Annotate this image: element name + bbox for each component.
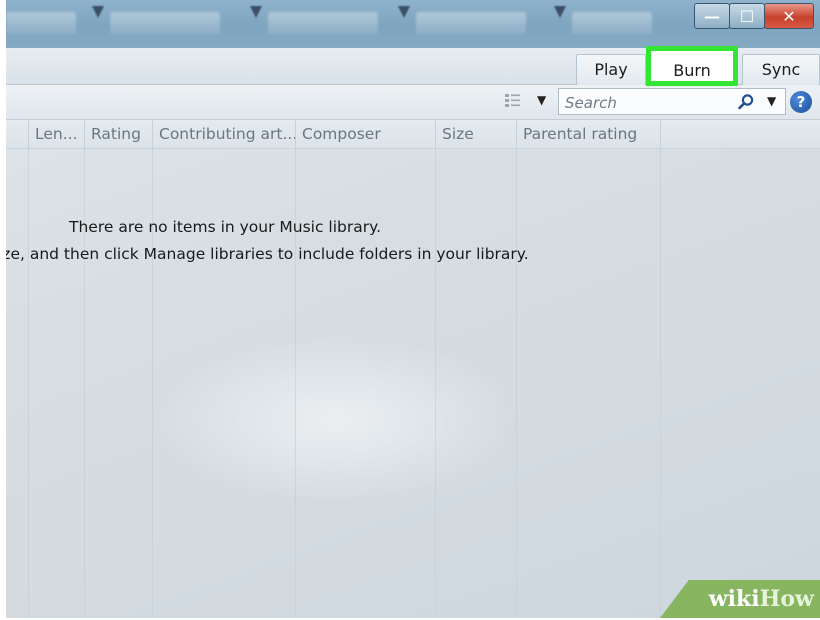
column-size[interactable]: Size bbox=[435, 120, 516, 148]
chevron-down-icon[interactable]: ▼ bbox=[767, 94, 776, 108]
tab-burn[interactable]: Burn bbox=[646, 46, 738, 86]
separator-arrow-icon bbox=[398, 6, 410, 18]
search-input[interactable] bbox=[563, 91, 737, 114]
tab-sync[interactable]: Sync bbox=[742, 54, 820, 85]
column-gridline bbox=[660, 148, 661, 618]
column-gridline bbox=[516, 148, 517, 618]
search-icon[interactable] bbox=[737, 93, 755, 111]
close-icon: ✕ bbox=[782, 6, 796, 26]
view-options-icon[interactable] bbox=[504, 92, 522, 110]
close-button[interactable]: ✕ bbox=[764, 3, 814, 29]
taskbar-tab-blurred bbox=[268, 12, 378, 34]
watermark-text-how: How bbox=[759, 586, 814, 612]
minimize-button[interactable]: — bbox=[694, 3, 730, 29]
column-parental-rating[interactable]: Parental rating bbox=[516, 120, 660, 148]
tab-play[interactable]: Play bbox=[576, 54, 646, 85]
search-box[interactable]: ▼ bbox=[558, 88, 786, 115]
taskbar-tab-blurred bbox=[6, 12, 76, 34]
title-bar: — ☐ ✕ bbox=[6, 0, 820, 48]
taskbar-tab-blurred bbox=[110, 12, 220, 34]
empty-library-message: There are no items in your Music library… bbox=[69, 218, 382, 236]
separator-arrow-icon bbox=[554, 6, 566, 18]
chevron-down-icon[interactable]: ▼ bbox=[537, 93, 546, 107]
minimize-icon: — bbox=[704, 6, 720, 26]
media-player-window: — ☐ ✕ Play Sync Burn ▼ Search ▼ ? Len...… bbox=[6, 0, 820, 618]
separator-arrow-icon bbox=[250, 6, 262, 18]
watermark-text-wiki: wiki bbox=[708, 586, 760, 612]
maximize-button[interactable]: ☐ bbox=[729, 3, 765, 29]
column-empty bbox=[660, 120, 820, 148]
taskbar-tab-blurred bbox=[572, 12, 652, 34]
column-composer[interactable]: Composer bbox=[295, 120, 435, 148]
empty-library-instructions: ize, and then click Manage libraries to … bbox=[6, 245, 529, 263]
window-controls: — ☐ ✕ bbox=[694, 3, 814, 29]
column-length[interactable]: Len... bbox=[28, 120, 84, 148]
column-rating[interactable]: Rating bbox=[84, 120, 152, 148]
column-header: Len... Rating Contributing art... Compos… bbox=[6, 120, 820, 149]
separator-arrow-icon bbox=[92, 6, 104, 18]
wikihow-watermark: wiki How bbox=[660, 580, 820, 618]
column-contributing-artist[interactable]: Contributing art... bbox=[152, 120, 295, 148]
maximize-icon: ☐ bbox=[739, 6, 755, 26]
taskbar-tab-blurred bbox=[416, 12, 526, 34]
column-gridline bbox=[435, 148, 436, 618]
help-icon[interactable]: ? bbox=[790, 91, 812, 113]
column-gridline bbox=[28, 148, 29, 618]
